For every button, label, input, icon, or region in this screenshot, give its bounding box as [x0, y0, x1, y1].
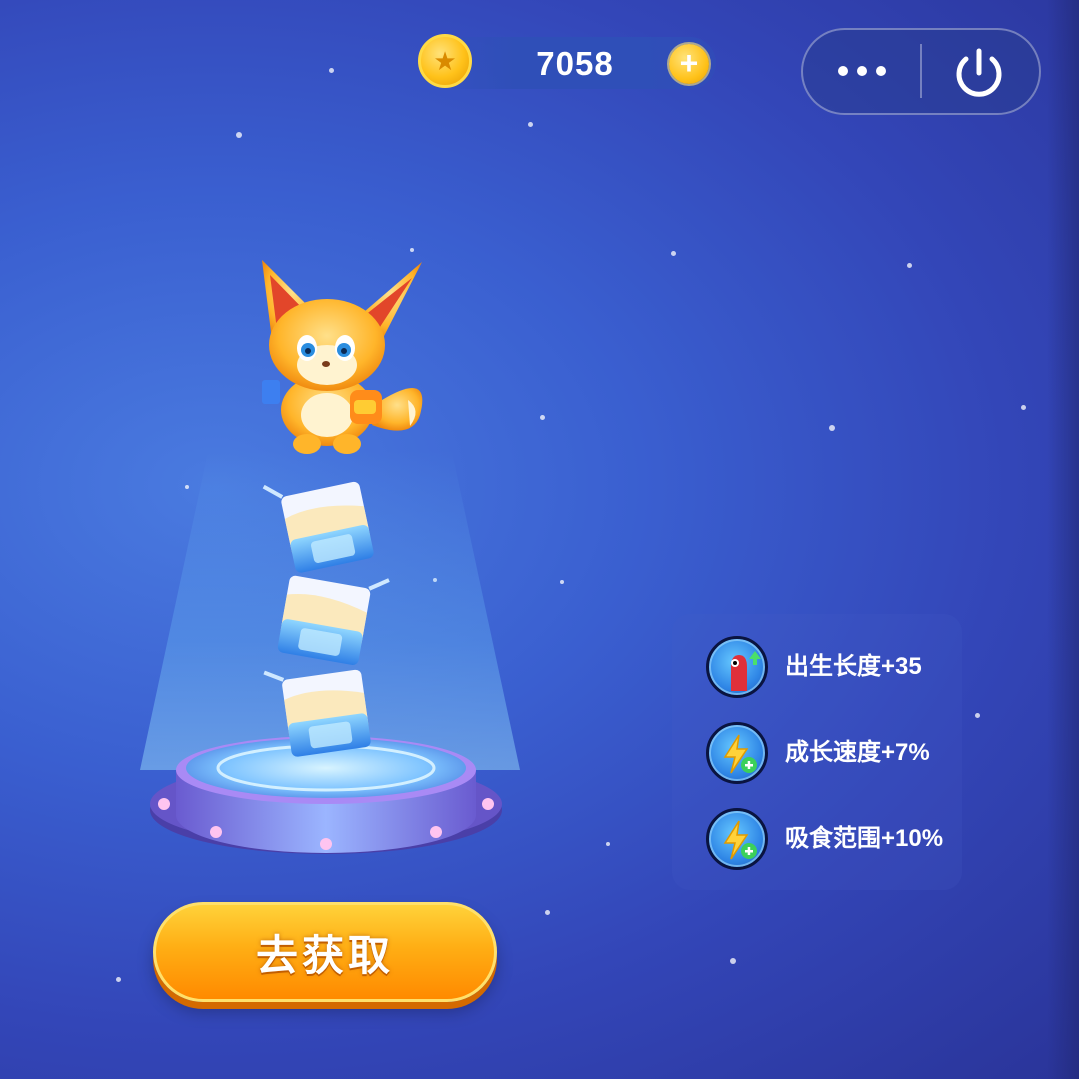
star-sparkle: [730, 958, 736, 964]
more-options-button[interactable]: [820, 40, 904, 102]
add-coins-button[interactable]: +: [669, 44, 709, 84]
fox-character: [262, 260, 423, 454]
attribute-text: 吸食范围+10%: [785, 825, 944, 852]
star-sparkle: [1021, 405, 1026, 410]
right-edge-shade: [1047, 0, 1079, 1079]
lightning-plus-icon: [706, 722, 768, 784]
star-sparkle: [907, 263, 912, 268]
attribute-text: 出生长度+35: [785, 653, 922, 680]
power-icon: [956, 48, 1002, 97]
star-sparkle: [975, 713, 980, 718]
attribute-growth-speed: 成长速度+7%: [706, 722, 966, 786]
star-sparkle: [606, 842, 610, 846]
star-sparkle: [185, 485, 189, 489]
star-sparkle: [560, 580, 564, 584]
attribute-birth-length: 出生长度+35: [706, 636, 966, 700]
attribute-absorb-range: 吸食范围+10%: [706, 808, 966, 872]
star-sparkle: [116, 977, 121, 982]
coin-count: 7058: [536, 45, 614, 82]
attribute-text: 成长速度+7%: [785, 739, 930, 766]
star-sparkle: [540, 415, 545, 420]
more-dots-icon: [857, 66, 867, 76]
exit-button[interactable]: [946, 40, 1012, 106]
more-dots-icon: [876, 66, 886, 76]
star-sparkle: [236, 132, 242, 138]
get-item-label: 去获取: [255, 931, 394, 979]
milk-box-stack: [262, 481, 390, 757]
get-item-button[interactable]: 去获取: [153, 902, 497, 1002]
star-sparkle: [829, 425, 835, 431]
star-sparkle: [329, 68, 334, 73]
snake-grow-icon: [706, 636, 768, 698]
star-sparkle: [545, 910, 550, 915]
star-sparkle: [671, 251, 676, 256]
capsule-divider: [920, 44, 922, 98]
coin-star-icon: ★: [418, 34, 472, 88]
lightning-plus-icon: [706, 808, 768, 870]
more-dots-icon: [838, 66, 848, 76]
star-sparkle: [528, 122, 533, 127]
